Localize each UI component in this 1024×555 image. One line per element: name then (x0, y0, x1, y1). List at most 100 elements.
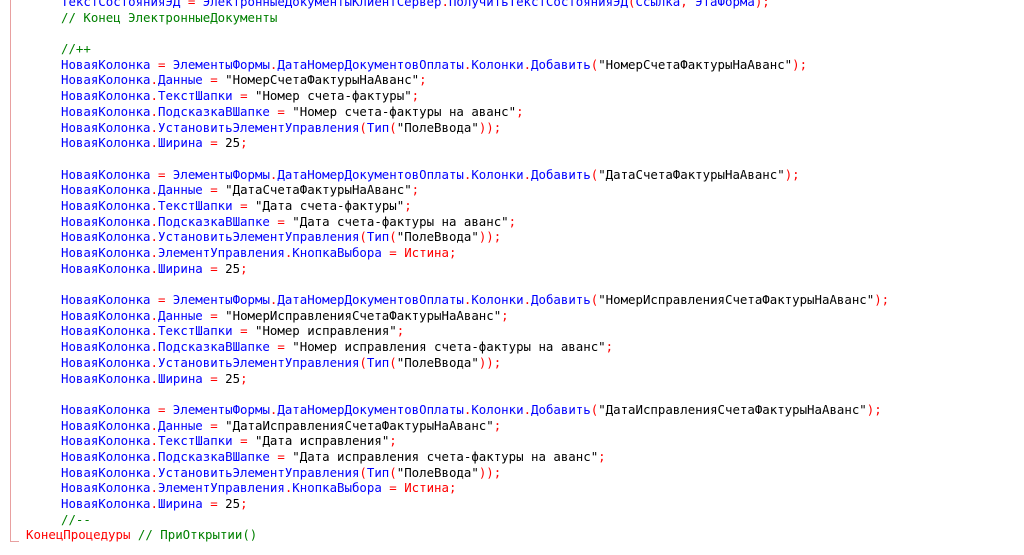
code-line[interactable]: ТекстСостоянияЭД = ЭлектронныеДокументыК… (0, 0, 1024, 10)
code-token: Данные (158, 307, 203, 323)
code-token: "НомерСчетаФактурыНаАванс" (225, 72, 420, 88)
code-token: = (180, 0, 203, 9)
code-token: ; (240, 260, 248, 276)
code-token: ; (448, 480, 457, 496)
code-line[interactable]: НоваяКолонка.ТекстШапки = "Номер исправл… (0, 323, 1024, 339)
code-line[interactable]: //-- (0, 512, 1024, 528)
code-token: Ссылка (635, 0, 681, 9)
code-line[interactable]: НоваяКолонка.ПодсказкаВШапке = "Номер сч… (0, 104, 1024, 120)
code-line[interactable]: НоваяКолонка = ЭлементыФормы. ДатаНомерДо… (0, 402, 1024, 418)
code-line[interactable]: НоваяКолонка.УстановитьЭлементУправления… (0, 229, 1024, 245)
code-token: Добавить (531, 292, 591, 308)
code-token: НоваяКолонка (61, 417, 151, 433)
code-token: ЭлементыФормы (172, 56, 270, 72)
code-editor[interactable]: ТекстСостоянияЭД = ЭлектронныеДокументыК… (0, 0, 1024, 555)
code-token: . (523, 292, 532, 308)
code-token: ТекстСостоянияЭД (61, 0, 181, 9)
code-token: ( (359, 464, 367, 480)
code-token: // ПриОткрытии() (130, 527, 258, 543)
code-token: . (150, 417, 158, 433)
code-token: ( (359, 229, 367, 245)
code-line[interactable]: НоваяКолонка.Ширина = 25; (0, 135, 1024, 151)
code-token: ; (240, 135, 248, 151)
code-token: 25 (225, 496, 241, 511)
code-token: НоваяКолонка (61, 182, 151, 198)
code-token: ; (605, 339, 614, 355)
code-token: НоваяКолонка (61, 448, 151, 464)
code-token: ДатаНомерДокументовОплаты (277, 401, 464, 417)
code-line[interactable]: НоваяКолонка.УстановитьЭлементУправления… (0, 465, 1024, 481)
code-line[interactable]: НоваяКолонка.ТекстШапки = "Дата исправле… (0, 433, 1024, 449)
code-line[interactable]: НоваяКолонка.ПодсказкаВШапке = "Номер ис… (0, 339, 1024, 355)
code-token: = (381, 245, 405, 260)
code-token: . (150, 260, 158, 276)
code-line[interactable]: НоваяКолонка.ЭлементУправления.КнопкаВыб… (0, 480, 1024, 496)
code-token: . (150, 103, 158, 119)
code-line[interactable]: // Конец ЭлектронныеДокументы (0, 10, 1024, 26)
code-line[interactable]: НоваяКолонка = ЭлементыФормы. ДатаНомерДо… (0, 167, 1024, 183)
code-token: , (680, 0, 696, 9)
code-token: 25 (225, 135, 241, 151)
code-token: = (232, 197, 255, 213)
code-line[interactable]: НоваяКолонка.УстановитьЭлементУправления… (0, 120, 1024, 136)
code-line[interactable]: //++ (0, 41, 1024, 57)
code-line[interactable]: НоваяКолонка.ЭлементУправления.КнопкаВыб… (0, 245, 1024, 261)
code-token: НоваяКолонка (61, 354, 151, 370)
code-token: ТекстШапки (158, 323, 233, 339)
code-token: ТекстШапки (158, 88, 233, 104)
code-token: Тип (366, 229, 390, 245)
code-token: ДатаНомерДокументовОплаты (277, 166, 464, 182)
code-token: НоваяКолонка (61, 401, 151, 417)
code-token: )); (478, 229, 502, 245)
code-token: . (150, 135, 158, 151)
code-token: "НомерИсправленияСчетаФактурыНаАванс" (225, 307, 502, 323)
code-token: "Номер счета-фактуры на аванс" (292, 103, 517, 119)
code-line[interactable] (0, 386, 1024, 402)
code-line[interactable]: НоваяКолонка.Ширина = 25; (0, 496, 1024, 512)
code-line[interactable]: НоваяКолонка.Ширина = 25; (0, 371, 1024, 387)
code-token: Добавить (531, 166, 591, 182)
code-token: Ширина (158, 260, 203, 276)
code-token: = (269, 448, 293, 464)
code-line[interactable] (0, 151, 1024, 167)
code-token: НоваяКолонка (61, 480, 151, 496)
code-line[interactable] (0, 25, 1024, 41)
code-token: КонецПроцедуры (26, 527, 131, 543)
code-token: НоваяКолонка (61, 72, 151, 88)
code-token: ( (359, 354, 367, 370)
code-line[interactable]: НоваяКолонка.Ширина = 25; (0, 261, 1024, 277)
code-token: ПодсказкаВШапке (158, 213, 270, 229)
code-token: ); (754, 0, 770, 9)
code-token: = (269, 103, 293, 119)
code-token: ( (389, 229, 397, 245)
code-line[interactable]: НоваяКолонка.Данные = "НомерСчетаФактуры… (0, 72, 1024, 88)
code-line[interactable]: НоваяКолонка.ПодсказкаВШапке = "Дата исп… (0, 449, 1024, 465)
code-lines[interactable]: ТекстСостоянияЭД = ЭлектронныеДокументыК… (0, 0, 1024, 543)
code-token: НоваяКолонка (61, 135, 151, 151)
code-token: "ПолеВвода" (396, 119, 479, 135)
code-line[interactable] (0, 276, 1024, 292)
code-token: ; (411, 88, 420, 104)
code-token: Колонки (471, 292, 524, 308)
code-token: // Конец ЭлектронныеДокументы (61, 9, 278, 25)
code-token: . (523, 56, 532, 72)
code-line[interactable]: НоваяКолонка.ПодсказкаВШапке = "Дата сче… (0, 214, 1024, 230)
code-token: . (150, 72, 158, 88)
code-token: = (232, 433, 255, 449)
code-line[interactable]: НоваяКолонка.Данные = "ДатаСчетаФактурыН… (0, 182, 1024, 198)
code-token: )); (478, 464, 502, 480)
code-token: . (150, 182, 158, 198)
code-token: . (150, 464, 158, 480)
code-token: ); (784, 166, 800, 182)
code-line[interactable]: КонецПроцедуры // ПриОткрытии() (0, 527, 1024, 543)
code-line[interactable]: НоваяКолонка.ТекстШапки = "Номер счета-ф… (0, 88, 1024, 104)
code-line[interactable]: НоваяКолонка = ЭлементыФормы. ДатаНомерДо… (0, 292, 1024, 308)
code-line[interactable]: НоваяКолонка = ЭлементыФормы. ДатаНомерДо… (0, 57, 1024, 73)
code-token: = (269, 213, 293, 229)
code-line[interactable]: НоваяКолонка.Данные = "ДатаИсправленияСч… (0, 418, 1024, 434)
code-line[interactable]: НоваяКолонка.Данные = "НомерИсправленияС… (0, 308, 1024, 324)
code-line[interactable]: НоваяКолонка.ТекстШапки = "Дата счета-фа… (0, 198, 1024, 214)
code-line[interactable]: НоваяКолонка.УстановитьЭлементУправления… (0, 355, 1024, 371)
code-token: ; (240, 370, 248, 386)
code-token: "Номер счета-фактуры" (255, 88, 412, 104)
